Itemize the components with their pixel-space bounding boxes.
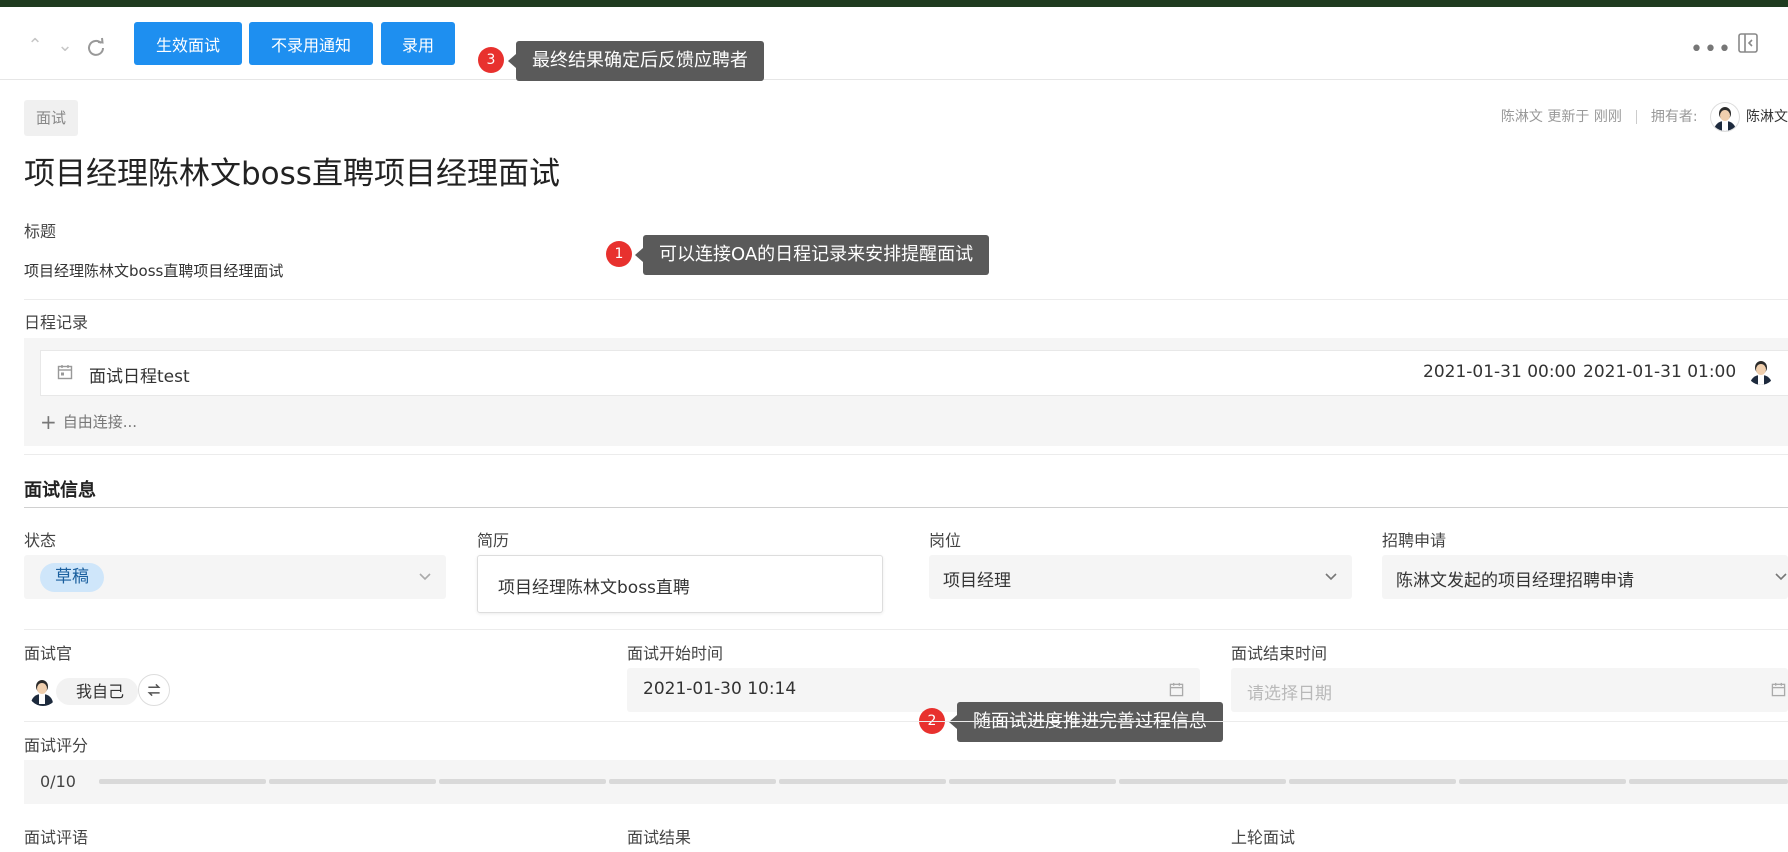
divider — [24, 299, 1788, 300]
schedule-start: 2021-01-31 00:00 — [1423, 362, 1577, 382]
title-field-value[interactable]: 项目经理陈林文boss直聘项目经理面试 — [24, 260, 283, 281]
resume-label: 简历 — [477, 531, 510, 550]
end-time-placeholder: 请选择日期 — [1247, 684, 1332, 704]
chevron-down-icon — [1325, 573, 1337, 581]
position-select[interactable]: 项目经理 — [929, 555, 1352, 599]
rating-segment[interactable] — [1459, 779, 1626, 784]
activate-interview-button[interactable]: 生效面试 — [134, 22, 242, 65]
owner-name[interactable]: 陈淋文 — [1746, 109, 1788, 125]
status-badge: 草稿 — [40, 563, 104, 592]
comment-label: 面试评语 — [24, 828, 89, 847]
schedule-list: 面试日程test 2021-01-31 00:00 2021-01-31 01:… — [24, 338, 1788, 446]
resume-value: 项目经理陈林文boss直聘 — [498, 578, 690, 598]
interviewer-label: 面试官 — [24, 644, 73, 663]
annotation-marker-1: 1 — [606, 241, 632, 267]
reject-notice-button[interactable]: 不录用通知 — [249, 22, 373, 65]
recruit-request-select[interactable]: 陈淋文发起的项目经理招聘申请 — [1382, 555, 1788, 599]
status-select[interactable]: 草稿 — [24, 555, 446, 599]
rating-segment[interactable] — [609, 779, 776, 784]
resume-field[interactable]: 项目经理陈林文boss直聘 — [477, 555, 883, 613]
rating-slider[interactable]: 0/10 — [24, 760, 1788, 804]
collapse-panel-icon[interactable] — [1738, 33, 1758, 53]
interviewer-name: 我自己 — [56, 678, 139, 705]
rating-segment[interactable] — [439, 779, 606, 784]
chevron-up-icon[interactable]: ⌃ — [26, 37, 44, 55]
previous-round-label: 上轮面试 — [1231, 828, 1296, 847]
annotation-callout-1: 可以连接OA的日程记录来安排提醒面试 — [634, 235, 990, 275]
end-time-label: 面试结束时间 — [1231, 644, 1328, 663]
updated-info: 陈淋文 更新于 刚刚 — [1500, 109, 1622, 125]
annotation-callout-3: 最终结果确定后反馈应聘者 — [508, 41, 764, 81]
rating-segment[interactable] — [779, 779, 946, 784]
status-label: 状态 — [24, 531, 57, 550]
recruit-request-label: 招聘申请 — [1382, 531, 1447, 550]
calendar-icon — [1771, 682, 1786, 697]
top-app-bar — [0, 0, 1788, 7]
owner-label: 拥有者: — [1650, 109, 1698, 125]
rating-label: 面试评分 — [24, 736, 89, 755]
divider — [24, 721, 1788, 722]
page-title: 项目经理陈林文boss直聘项目经理面试 — [24, 156, 560, 192]
add-link-label: 自由连接... — [62, 413, 138, 431]
record-meta: 陈淋文 更新于 刚刚 拥有者: 陈淋文 — [1501, 102, 1788, 132]
plus-icon: + — [40, 410, 57, 434]
schedule-end: 2021-01-31 01:00 — [1583, 362, 1737, 382]
rating-segment[interactable] — [949, 779, 1116, 784]
rating-segment[interactable] — [1629, 779, 1788, 784]
add-link-button[interactable]: + 自由连接... — [40, 410, 137, 434]
position-label: 岗位 — [929, 531, 962, 550]
recruit-request-value: 陈淋文发起的项目经理招聘申请 — [1396, 571, 1634, 591]
rating-segment[interactable] — [1119, 779, 1286, 784]
position-value: 项目经理 — [943, 571, 1011, 591]
divider — [24, 629, 1788, 630]
calendar-icon — [57, 365, 73, 380]
refresh-icon[interactable] — [86, 37, 106, 57]
start-time-label: 面试开始时间 — [627, 644, 724, 663]
schedule-label: 日程记录 — [24, 313, 89, 332]
chevron-down-icon — [1775, 573, 1787, 581]
annotation-callout-2: 随面试进度推进完善过程信息 — [949, 702, 1223, 742]
more-icon[interactable]: ••• — [1690, 37, 1732, 62]
swap-user-icon[interactable] — [138, 674, 170, 706]
rating-value: 0/10 — [40, 772, 76, 791]
chevron-down-icon[interactable]: ⌄ — [56, 37, 74, 55]
divider — [24, 454, 1788, 455]
record-type-tag: 面试 — [24, 100, 79, 136]
end-time-picker[interactable]: 请选择日期 — [1231, 668, 1788, 712]
calendar-icon — [1169, 682, 1184, 697]
section-title: 面试信息 — [24, 480, 96, 501]
title-field-label: 标题 — [24, 222, 57, 241]
record-toolbar: ⌃ ⌄ 生效面试 不录用通知 录用 ••• — [0, 7, 1788, 80]
start-time-value: 2021-01-30 10:14 — [643, 679, 797, 699]
rating-segment[interactable] — [1289, 779, 1456, 784]
section-divider — [24, 507, 1788, 508]
owner-avatar[interactable] — [1710, 102, 1740, 132]
interviewer-avatar — [28, 676, 58, 706]
rating-segment[interactable] — [99, 779, 266, 784]
result-label: 面试结果 — [627, 828, 692, 847]
hire-button[interactable]: 录用 — [381, 22, 455, 65]
schedule-item[interactable]: 面试日程test 2021-01-31 00:00 2021-01-31 01:… — [40, 350, 1788, 396]
schedule-name: 面试日程test — [89, 367, 190, 387]
rating-segment[interactable] — [269, 779, 436, 784]
chevron-down-icon — [419, 573, 431, 581]
schedule-owner-avatar — [1747, 357, 1775, 385]
annotation-marker-3: 3 — [478, 47, 504, 73]
